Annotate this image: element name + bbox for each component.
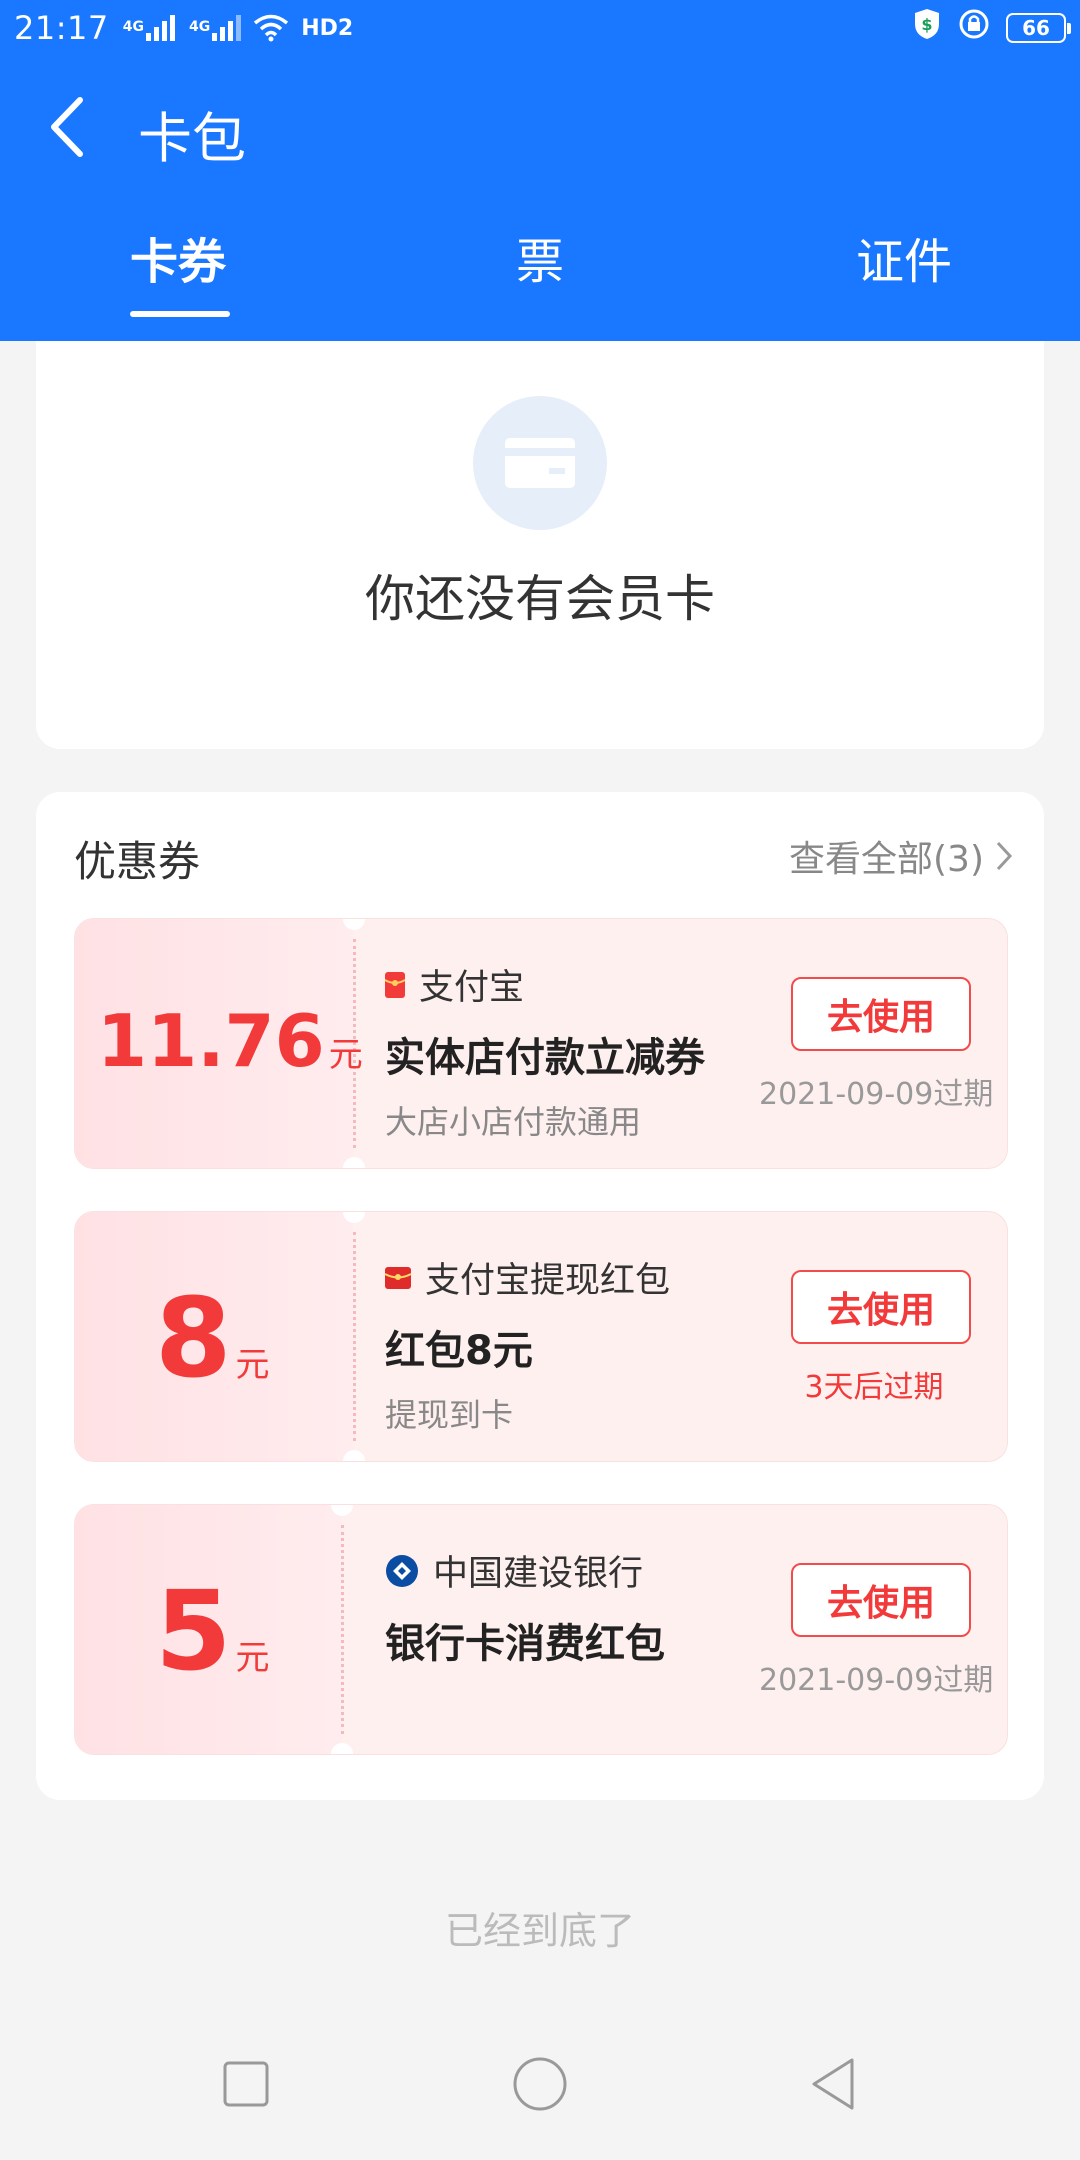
coupon-card[interactable]: 5元 中国建设银行 银行卡消费红包 去使用 2021-09-09过期	[74, 1504, 1008, 1755]
coupon-brand-name: 支付宝提现红包	[425, 1261, 671, 1301]
coupon-amount-value: 5	[155, 1567, 232, 1695]
hd-voice-icon: HD2	[301, 15, 354, 41]
coupon-brand: 中国建设银行	[385, 1545, 643, 1596]
coupon-description: 大店小店付款通用	[385, 1103, 642, 1141]
coupon-notch	[331, 1743, 353, 1754]
coupon-divider	[341, 1525, 344, 1734]
section-title: 优惠券	[74, 837, 201, 886]
coupon-brand: 支付宝提现红包	[385, 1252, 670, 1303]
coupon-notch	[343, 1450, 365, 1461]
coupon-title: 实体店付款立减券	[385, 1035, 705, 1081]
shield-icon: $	[912, 7, 942, 49]
wifi-icon	[253, 14, 289, 42]
circle-icon	[513, 2057, 567, 2111]
coupons-section: 优惠券 查看全部(3) 11.76 元 支付宝 实体店付款立减券 大店小店付款通用…	[36, 792, 1044, 1800]
ccb-logo-icon	[386, 1554, 418, 1587]
title-bar: 卡包	[0, 72, 1080, 182]
coupon-amount: 5元	[155, 1567, 270, 1695]
coupon-expiry: 3天后过期	[804, 1370, 944, 1405]
triangle-back-icon	[812, 2058, 854, 2110]
view-all-label: 查看全部(3)	[789, 839, 984, 880]
svg-text:$: $	[921, 15, 932, 34]
tab-bar: 卡券 票 证件	[0, 222, 1080, 322]
coupon-amount-unit: 元	[235, 1638, 270, 1678]
page-title: 卡包	[138, 107, 246, 170]
coupon-amount-unit: 元	[328, 1035, 363, 1075]
tab-active-indicator	[130, 311, 230, 317]
use-coupon-button[interactable]: 去使用	[791, 1270, 971, 1344]
tab-cards-coupons[interactable]: 卡券	[130, 222, 226, 292]
status-bar: 21:17 4G 4G HD2 $ 66	[0, 0, 1080, 56]
red-envelope-icon	[385, 971, 405, 998]
signal-icon: 4G	[189, 15, 242, 41]
red-envelope-icon	[385, 1266, 411, 1289]
tab-tickets[interactable]: 票	[516, 222, 564, 292]
home-button[interactable]	[512, 2056, 568, 2116]
chevron-right-icon	[996, 841, 1013, 871]
empty-member-card-text: 你还没有会员卡	[365, 570, 715, 628]
back-button[interactable]	[44, 96, 104, 158]
coupon-divider	[353, 1232, 356, 1441]
coupon-amount-value: 8	[155, 1274, 232, 1402]
coupon-expiry: 2021-09-09过期	[759, 1077, 994, 1112]
coupon-amount: 8元	[155, 1274, 270, 1402]
back-nav-button[interactable]	[808, 2056, 858, 2116]
coupon-card[interactable]: 8元 支付宝提现红包 红包8元 提现到卡 去使用 3天后过期	[74, 1211, 1008, 1462]
lock-rotation-icon	[958, 8, 990, 48]
view-all-link[interactable]: 查看全部(3)	[789, 830, 1014, 882]
use-coupon-button[interactable]: 去使用	[791, 1563, 971, 1637]
coupon-card[interactable]: 11.76 元 支付宝 实体店付款立减券 大店小店付款通用 去使用 2021-09…	[74, 918, 1008, 1169]
coupon-brand-name: 支付宝	[419, 968, 525, 1008]
coupon-brand: 支付宝	[385, 959, 524, 1010]
coupon-brand-name: 中国建设银行	[433, 1554, 644, 1594]
status-time: 21:17	[14, 9, 109, 47]
coupon-title: 银行卡消费红包	[385, 1621, 665, 1667]
signal-icon: 4G	[123, 15, 175, 41]
end-of-list-text: 已经到底了	[444, 1909, 635, 1953]
coupon-notch	[343, 1157, 365, 1168]
coupon-title: 红包8元	[385, 1328, 533, 1374]
coupon-amount-value: 11.76	[97, 999, 325, 1083]
square-icon	[223, 2061, 269, 2107]
coupon-amount: 11.76 元	[97, 999, 363, 1083]
system-navigation-bar	[0, 2040, 1080, 2140]
use-coupon-button[interactable]: 去使用	[791, 977, 971, 1051]
recent-apps-button[interactable]	[222, 2060, 270, 2112]
tab-documents[interactable]: 证件	[856, 222, 952, 292]
coupon-description: 提现到卡	[385, 1396, 514, 1434]
battery-level: 66	[1022, 16, 1050, 40]
coupon-expiry: 2021-09-09过期	[759, 1663, 994, 1698]
app-header: 21:17 4G 4G HD2 $ 66 卡包 卡券 票 证件	[0, 0, 1080, 341]
coupon-amount-unit: 元	[235, 1345, 270, 1385]
battery-icon: 66	[1006, 13, 1071, 43]
chevron-left-icon	[51, 97, 83, 157]
member-card-panel: 你还没有会员卡	[36, 341, 1044, 749]
card-icon	[473, 396, 607, 530]
